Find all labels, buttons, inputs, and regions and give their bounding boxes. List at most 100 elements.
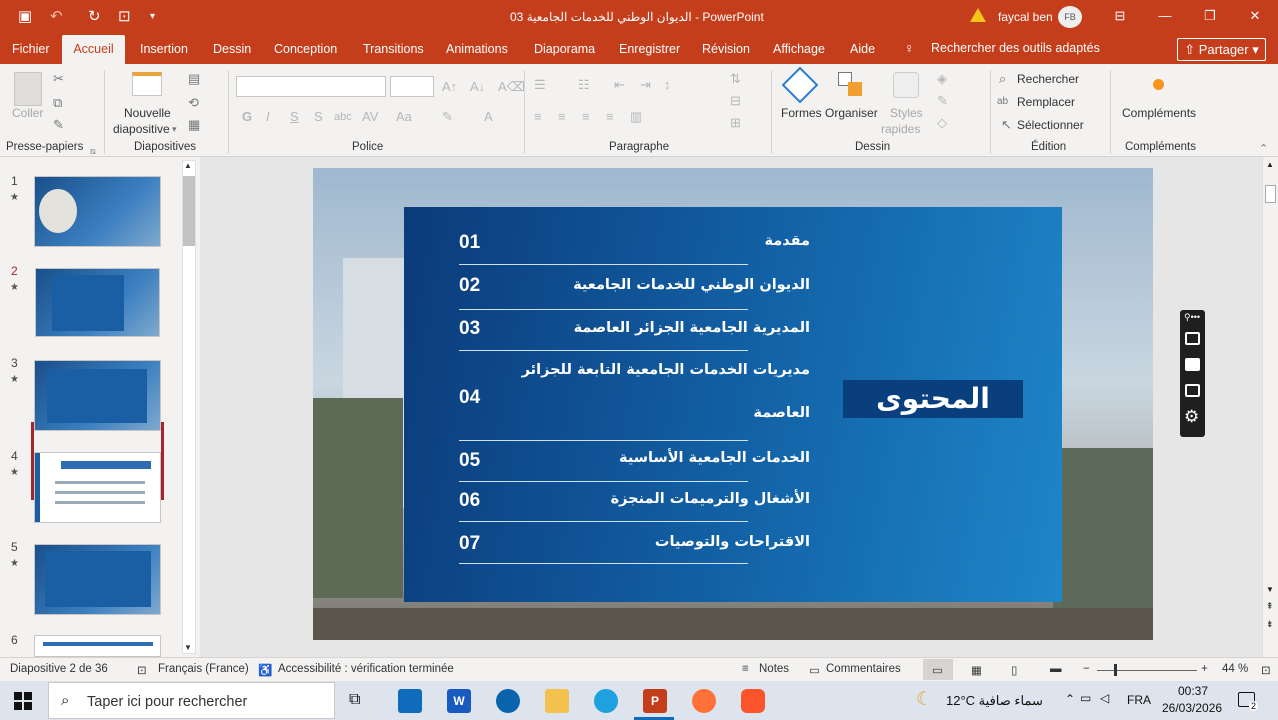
italic-icon[interactable]: I <box>266 110 270 124</box>
scroll-down-icon[interactable]: ▼ <box>184 643 192 652</box>
thumbs-scrollbar[interactable]: ▲ ▼ <box>182 160 196 654</box>
redo-icon[interactable]: ↻ <box>88 8 101 26</box>
current-slide[interactable]: 01 مقدمة 02 الديوان الوطني للخدمات الجام… <box>313 168 1153 640</box>
shape-effects-icon[interactable]: ◇ <box>937 116 947 130</box>
input-language[interactable]: FRA <box>1127 693 1151 707</box>
weather-moon-icon[interactable]: ☾ <box>916 688 933 711</box>
slide-thumbnail-3[interactable] <box>34 360 161 431</box>
slide-thumbnail-6[interactable] <box>34 635 161 657</box>
grow-font-icon[interactable]: A↑ <box>442 80 457 94</box>
shape-fill-icon[interactable]: ◈ <box>937 72 947 86</box>
window-capture-icon[interactable] <box>1185 384 1200 397</box>
editor-scrollbar[interactable]: ▲ ▼ ⇞ ⇟ <box>1262 157 1278 657</box>
save-icon[interactable]: ▣ <box>18 8 32 26</box>
shape-outline-icon[interactable]: ✎ <box>937 94 948 108</box>
arrange-button[interactable]: Organiser <box>825 106 878 120</box>
accessibility-status[interactable]: Accessibilité : vérification terminée <box>278 663 454 675</box>
scroll-up-icon[interactable]: ▲ <box>184 161 192 170</box>
align-text-icon[interactable]: ⊟ <box>730 94 741 108</box>
clock-time[interactable]: 00:37 <box>1178 684 1208 698</box>
case-icon[interactable]: Aa <box>396 110 412 124</box>
highlight-icon[interactable]: ✎ <box>442 110 453 124</box>
slide-thumbnail-4[interactable] <box>34 452 161 523</box>
shadow-icon[interactable]: S <box>314 110 323 124</box>
language-status[interactable]: Français (France) <box>158 663 249 675</box>
bold-icon[interactable]: G <box>242 110 252 124</box>
scroll-thumb[interactable] <box>183 176 195 246</box>
new-slide-label-1[interactable]: Nouvelle <box>124 106 171 120</box>
section-icon[interactable]: ▦ <box>188 118 200 132</box>
slide-thumbnail-1[interactable] <box>34 176 161 247</box>
decrease-indent-icon[interactable]: ⇤ <box>614 78 625 92</box>
outlook-icon[interactable] <box>496 689 520 713</box>
user-name[interactable]: faycal ben <box>998 10 1053 24</box>
zoom-slider-handle[interactable] <box>1114 664 1117 676</box>
file-explorer-icon[interactable] <box>545 689 569 713</box>
bullets-icon[interactable]: ☰ <box>534 78 546 92</box>
replace-button[interactable]: Remplacer <box>1017 95 1075 109</box>
slide-thumbnail-5[interactable] <box>34 544 161 615</box>
columns-icon[interactable]: ▥ <box>630 110 642 124</box>
reading-view-icon[interactable]: ▯ <box>1011 663 1017 677</box>
replace-icon[interactable]: ab <box>997 95 1008 109</box>
slide-sorter-icon[interactable]: ▦ <box>971 663 982 677</box>
layout-icon[interactable]: ▤ <box>188 72 200 86</box>
windows-start-icon[interactable] <box>14 692 32 710</box>
tab-enregistrer[interactable]: Enregistrer <box>619 42 680 56</box>
zoom-out-icon[interactable]: − <box>1083 663 1090 675</box>
smartart-icon[interactable]: ⊞ <box>730 116 741 130</box>
zoom-level[interactable]: 44 % <box>1222 663 1248 675</box>
slideshow-view-icon[interactable]: ▬ <box>1050 663 1062 675</box>
align-right-icon[interactable]: ≡ <box>582 110 590 124</box>
format-painter-icon[interactable]: ✎ <box>53 118 64 132</box>
task-view-icon[interactable]: ⧉ <box>349 691 360 709</box>
chevron-down-icon[interactable]: ▾ <box>172 122 177 136</box>
comments-button[interactable]: Commentaires <box>826 663 901 675</box>
find-button[interactable]: Rechercher <box>1017 72 1079 86</box>
video-icon[interactable] <box>1185 358 1200 371</box>
scroll-up-icon[interactable]: ▲ <box>1266 160 1274 169</box>
underline-icon[interactable]: S <box>290 110 299 124</box>
close-button[interactable]: ✕ <box>1240 6 1270 26</box>
customize-qa-icon[interactable]: ▾ <box>150 8 155 26</box>
network-icon[interactable]: ▭ <box>1080 691 1091 705</box>
edge-icon[interactable] <box>594 689 618 713</box>
reset-icon[interactable]: ⟲ <box>188 96 199 110</box>
powerpoint-icon[interactable]: P <box>643 689 667 713</box>
justify-icon[interactable]: ≡ <box>606 110 614 124</box>
shapes-icon[interactable] <box>781 66 819 104</box>
clear-format-icon[interactable]: A⌫ <box>498 80 525 94</box>
collapse-ribbon-icon[interactable]: ⌃ <box>1259 142 1268 156</box>
font-name-combo[interactable] <box>236 76 386 97</box>
zoom-in-icon[interactable]: + <box>1201 663 1208 675</box>
store-icon[interactable] <box>398 689 422 713</box>
tab-fichier[interactable]: Fichier <box>12 42 50 56</box>
tab-aide[interactable]: Aide <box>850 42 875 56</box>
spellcheck-icon[interactable]: ⊡ <box>137 663 147 677</box>
clock-date[interactable]: 26/03/2026 <box>1162 701 1222 715</box>
addins-button[interactable]: Compléments <box>1122 106 1196 120</box>
addins-icon[interactable] <box>1153 79 1164 90</box>
fit-slide-icon[interactable]: ⊡ <box>1261 663 1271 677</box>
notes-button[interactable]: Notes <box>759 663 789 675</box>
font-size-combo[interactable] <box>390 76 434 97</box>
numbering-icon[interactable]: ☷ <box>578 78 590 92</box>
tab-diaporama[interactable]: Diaporama <box>534 42 595 56</box>
slide-thumbnail-2[interactable] <box>35 268 160 337</box>
taskbar-search-box[interactable]: ⌕ Taper ici pour rechercher <box>48 682 335 719</box>
share-button[interactable]: ⇧ Partager ▾ <box>1177 38 1266 61</box>
tab-insertion[interactable]: Insertion <box>140 42 188 56</box>
comments-icon[interactable]: ▭ <box>809 663 820 677</box>
paste-icon[interactable] <box>14 72 42 106</box>
increase-indent-icon[interactable]: ⇥ <box>640 78 651 92</box>
find-icon[interactable]: ⌕ <box>999 72 1006 86</box>
copy-icon[interactable]: ⧉ <box>53 96 62 110</box>
align-left-icon[interactable]: ≡ <box>534 110 542 124</box>
more-options-icon[interactable]: ⚲••• <box>1184 312 1200 323</box>
undo-icon[interactable]: ↶ <box>50 8 63 26</box>
cut-icon[interactable]: ✂ <box>53 72 64 86</box>
next-slide-icon[interactable]: ⇟ <box>1266 619 1274 630</box>
tab-animations[interactable]: Animations <box>446 42 508 56</box>
paste-button[interactable]: Coller <box>12 106 43 120</box>
clipboard-launcher-icon[interactable]: ⧅ <box>90 144 96 158</box>
